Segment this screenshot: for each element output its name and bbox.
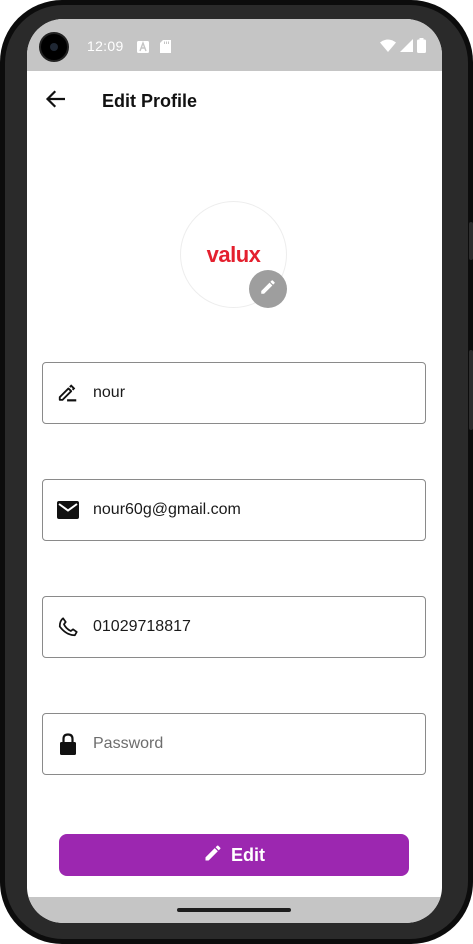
phone-field[interactable]	[42, 596, 426, 658]
email-field[interactable]	[42, 479, 426, 541]
arrow-back-icon	[45, 89, 66, 113]
name-input[interactable]	[93, 363, 413, 423]
brand-logo: valux	[206, 241, 261, 267]
mail-icon	[57, 499, 79, 521]
status-time: 12:09	[87, 38, 124, 54]
wifi-icon	[380, 39, 396, 57]
home-indicator[interactable]	[177, 908, 291, 912]
edit-profile-button[interactable]: Edit	[59, 834, 409, 876]
volume-button	[469, 350, 473, 430]
pencil-icon	[203, 843, 223, 868]
signal-icon	[400, 39, 413, 57]
password-input[interactable]	[93, 714, 413, 774]
edit-note-icon	[57, 382, 79, 404]
change-avatar-button[interactable]	[249, 270, 287, 308]
back-button[interactable]	[41, 87, 69, 115]
status-bar: 12:09	[27, 19, 442, 71]
phone-input[interactable]	[93, 597, 413, 657]
edit-button-label: Edit	[231, 844, 265, 865]
pencil-icon	[259, 278, 277, 301]
device-frame: 12:09 Edit Profile valux nour nour60g@gm…	[0, 0, 473, 944]
status-indicators	[380, 38, 426, 58]
battery-icon	[417, 38, 426, 58]
password-field[interactable]	[42, 713, 426, 775]
navigation-bar	[27, 897, 442, 923]
keyboard-a-icon	[137, 40, 149, 58]
front-camera	[39, 32, 69, 62]
page-title: Edit Profile	[102, 91, 198, 111]
name-field[interactable]	[42, 362, 426, 424]
power-button	[469, 222, 473, 260]
email-input[interactable]	[93, 480, 413, 540]
screen: 12:09 Edit Profile valux nour nour60g@gm…	[27, 19, 442, 923]
phone-icon	[57, 616, 79, 638]
sd-card-icon	[160, 40, 171, 58]
lock-icon	[57, 733, 79, 755]
app-bar: Edit Profile	[27, 71, 442, 131]
